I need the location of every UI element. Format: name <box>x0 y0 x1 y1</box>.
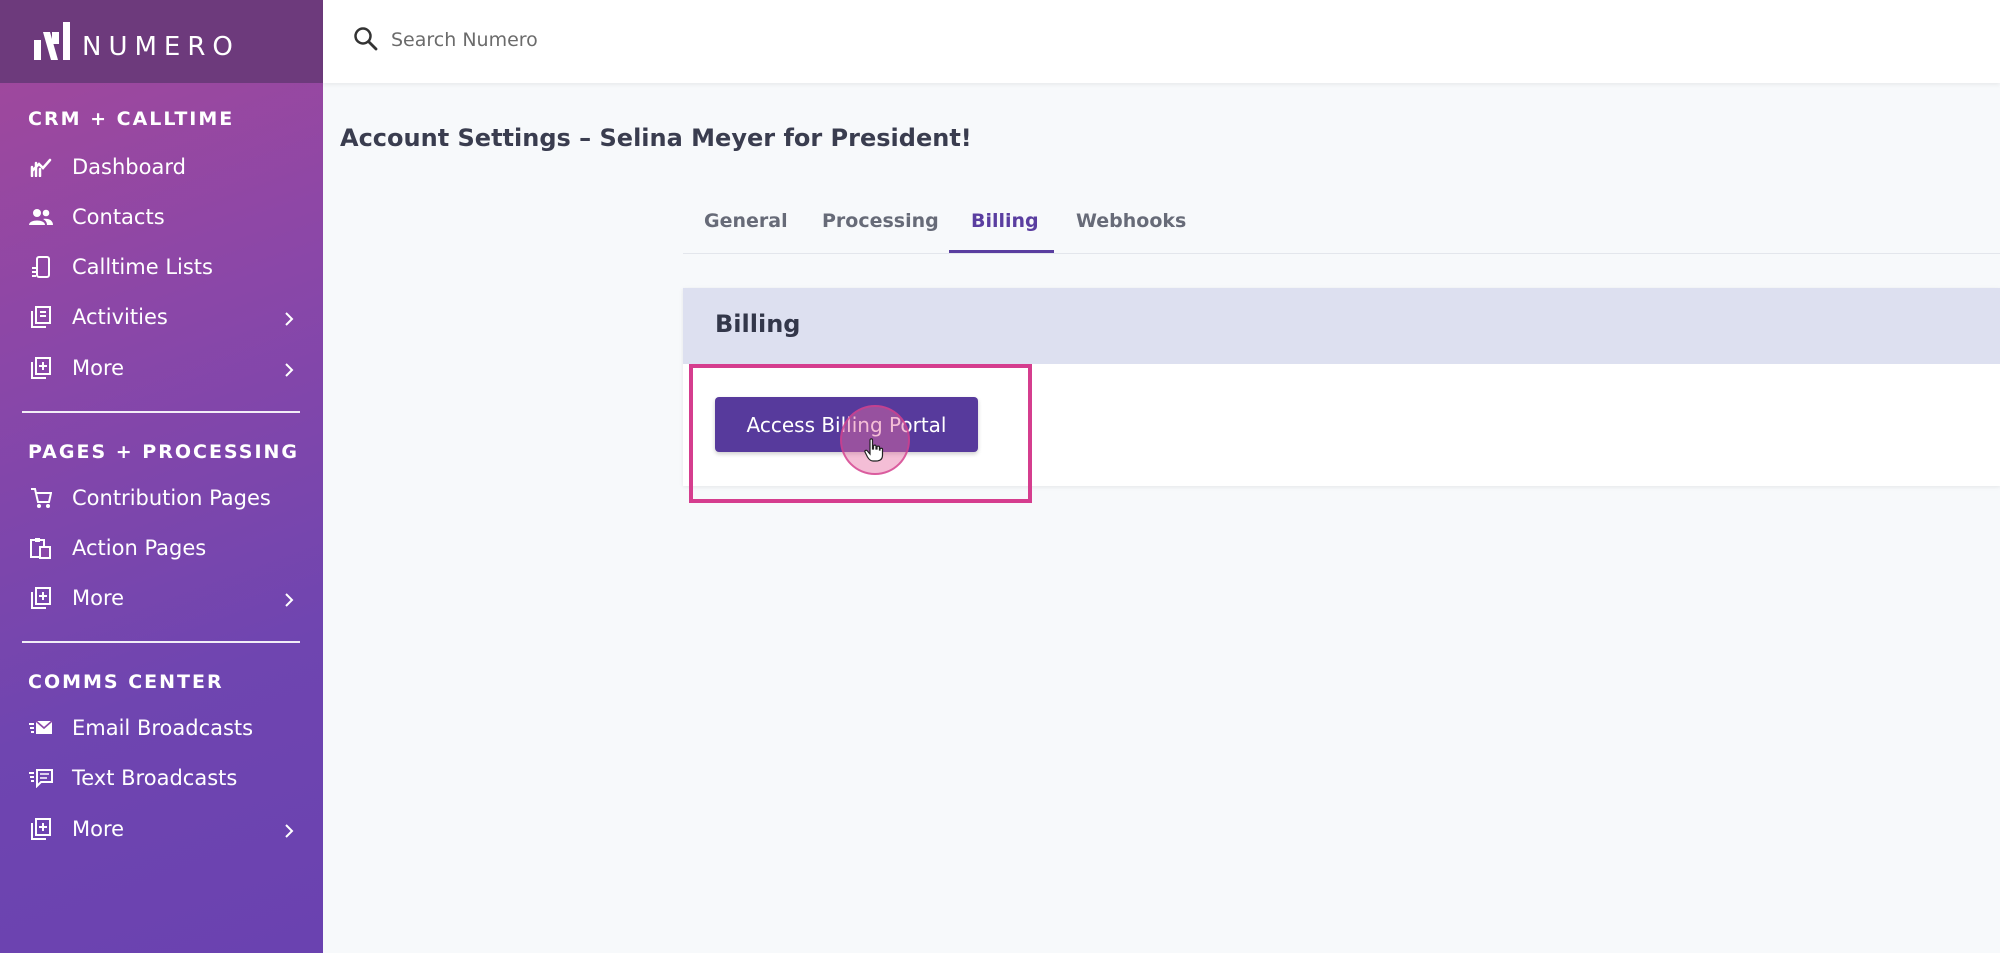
page-title: Account Settings – Selina Meyer for Pres… <box>340 124 972 152</box>
top-bar <box>323 0 2000 83</box>
plus-square-icon <box>28 818 54 840</box>
sidebar: NUMERO CRM + CALLTIME Dashboard Contacts… <box>0 0 323 953</box>
section-title-crm-calltime: CRM + CALLTIME <box>28 108 235 130</box>
sidebar-item-dashboard[interactable]: Dashboard <box>28 149 300 185</box>
plus-square-icon <box>28 587 54 609</box>
clipboard-icon <box>28 306 54 328</box>
search-icon <box>353 26 379 56</box>
sidebar-item-contribution-pages[interactable]: Contribution Pages <box>28 480 300 516</box>
numero-logo-icon <box>34 22 70 60</box>
sidebar-item-label: Email Broadcasts <box>72 716 254 740</box>
section-title-comms-center: COMMS CENTER <box>28 671 224 693</box>
chevron-right-icon <box>284 820 294 844</box>
clipboard-copy-icon <box>28 537 54 559</box>
sidebar-item-more-comms[interactable]: More <box>28 811 300 847</box>
chevron-right-icon <box>284 359 294 383</box>
cart-icon <box>28 487 54 509</box>
sidebar-item-activities[interactable]: Activities <box>28 299 300 335</box>
billing-card-header: Billing <box>683 288 2000 364</box>
tab-processing[interactable]: Processing <box>822 210 939 253</box>
email-icon <box>28 717 54 739</box>
chevron-right-icon <box>284 589 294 613</box>
search-input[interactable] <box>391 22 991 58</box>
plus-square-icon <box>28 357 54 379</box>
sidebar-item-contacts[interactable]: Contacts <box>28 199 300 235</box>
sidebar-divider <box>22 641 300 643</box>
sidebar-item-label: Contribution Pages <box>72 486 271 510</box>
sidebar-item-label: More <box>72 586 125 610</box>
sidebar-item-label: Dashboard <box>72 155 186 179</box>
sidebar-item-label: Calltime Lists <box>72 255 213 279</box>
logo-bar: NUMERO <box>0 0 323 83</box>
sidebar-item-label: More <box>72 356 125 380</box>
sidebar-item-calltime-lists[interactable]: Calltime Lists <box>28 249 300 285</box>
billing-card-title: Billing <box>715 310 801 338</box>
sidebar-item-more-pages[interactable]: More <box>28 580 300 616</box>
sidebar-item-more-crm[interactable]: More <box>28 350 300 386</box>
sidebar-item-label: Contacts <box>72 205 165 229</box>
message-icon <box>28 767 54 789</box>
section-title-pages-processing: PAGES + PROCESSING <box>28 441 300 463</box>
settings-tabs: General Processing Billing Webhooks <box>683 200 2000 254</box>
sidebar-item-label: More <box>72 817 125 841</box>
sidebar-item-action-pages[interactable]: Action Pages <box>28 530 300 566</box>
tab-billing[interactable]: Billing <box>971 210 1039 253</box>
sidebar-item-label: Action Pages <box>72 536 207 560</box>
phone-list-icon <box>28 256 54 278</box>
sidebar-item-text-broadcasts[interactable]: Text Broadcasts <box>28 760 300 796</box>
sidebar-item-label: Text Broadcasts <box>72 766 238 790</box>
sidebar-item-email-broadcasts[interactable]: Email Broadcasts <box>28 710 300 746</box>
pointer-hand-icon <box>864 438 884 466</box>
users-icon <box>28 206 54 228</box>
sidebar-divider <box>22 411 300 413</box>
chevron-right-icon <box>284 308 294 332</box>
numero-logo[interactable]: NUMERO <box>32 22 240 62</box>
tab-general[interactable]: General <box>704 210 788 253</box>
brand-name: NUMERO <box>82 32 240 62</box>
tab-webhooks[interactable]: Webhooks <box>1076 210 1186 253</box>
chart-icon <box>28 156 54 178</box>
sidebar-item-label: Activities <box>72 305 168 329</box>
active-tab-indicator <box>949 250 1054 253</box>
